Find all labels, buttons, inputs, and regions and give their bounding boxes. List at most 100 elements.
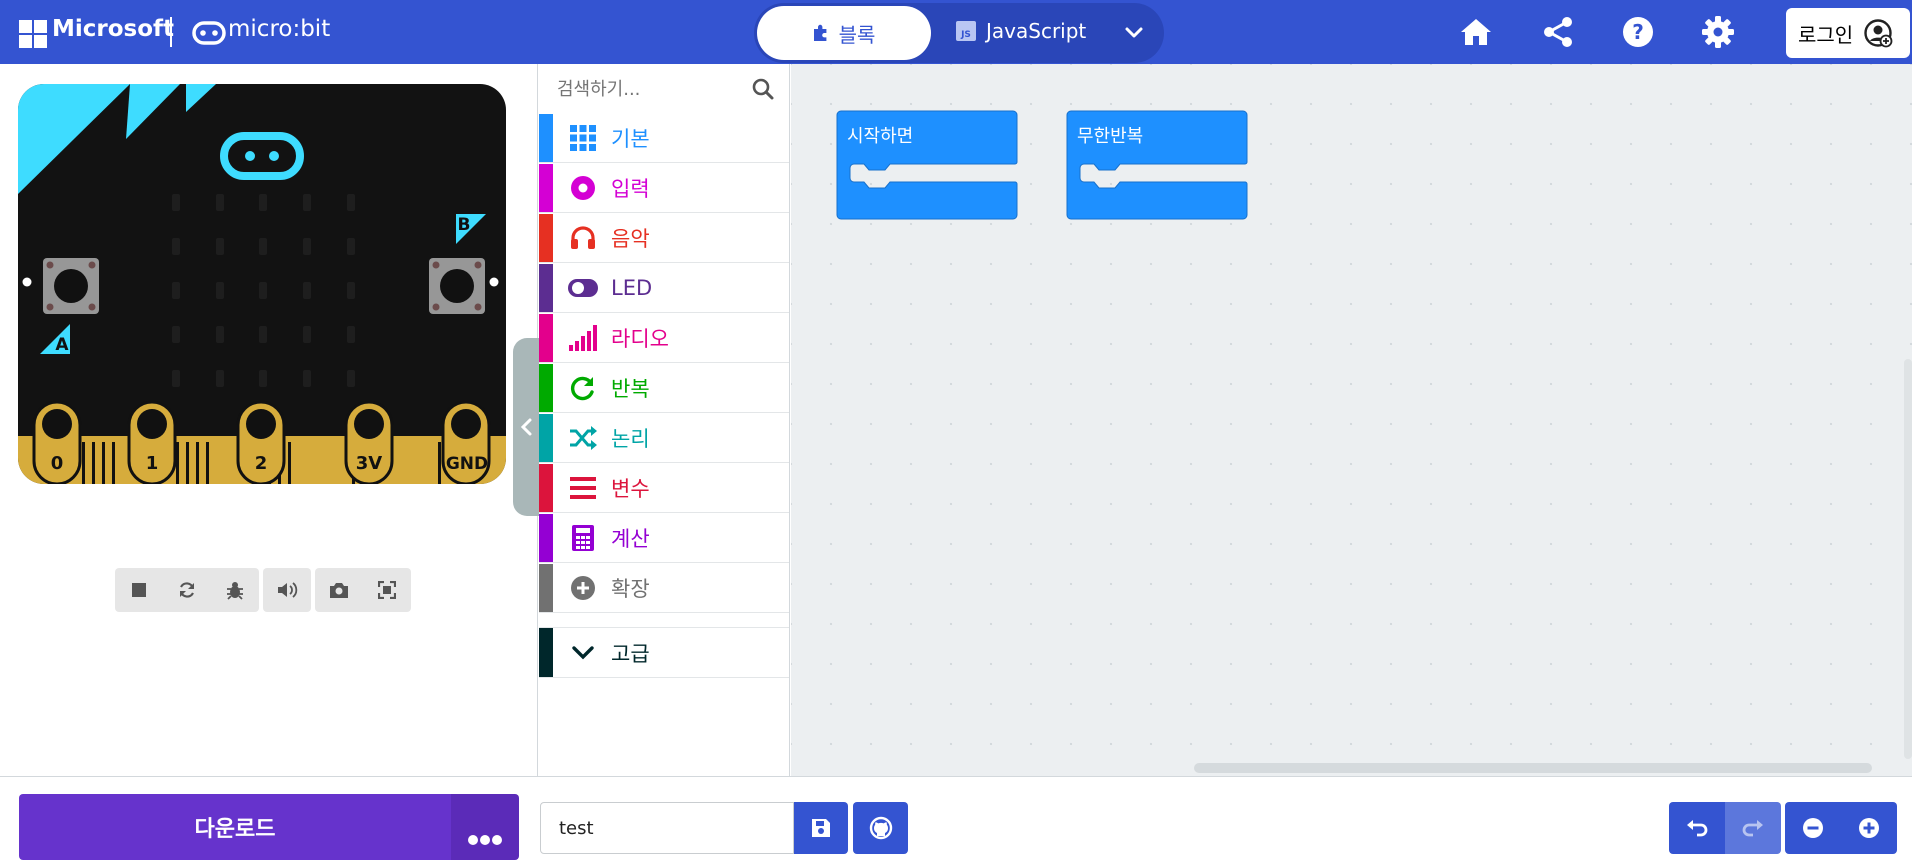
refresh-icon — [179, 582, 195, 598]
home-icon[interactable] — [1458, 14, 1494, 50]
share-icon[interactable] — [1540, 14, 1576, 50]
headphones-icon — [571, 226, 595, 249]
category-label: 계산 — [611, 527, 650, 551]
zoom-out-button[interactable] — [1785, 802, 1841, 854]
category-label: 논리 — [611, 427, 650, 451]
pin-2-label: 2 — [255, 453, 268, 474]
pin-3v-label: 3V — [356, 453, 383, 474]
download-button[interactable]: 다운로드 — [19, 794, 451, 860]
bug-icon — [227, 582, 243, 600]
category-variables[interactable]: 변수 — [539, 464, 789, 513]
download-more-button[interactable] — [451, 794, 519, 860]
save-icon — [812, 819, 830, 837]
svg-text:B: B — [458, 215, 471, 235]
tab-javascript[interactable]: JS JavaScript — [956, 19, 1086, 43]
help-icon[interactable]: ? — [1620, 14, 1656, 50]
shuffle-icon — [570, 426, 597, 450]
github-button[interactable] — [853, 802, 908, 854]
block-label: 무한반복 — [1077, 126, 1144, 147]
github-icon — [869, 816, 892, 840]
undo-button[interactable] — [1669, 802, 1725, 854]
tab-blocks-label: 블록 — [838, 22, 876, 47]
category-advanced[interactable]: 고급 — [539, 627, 789, 678]
download-label: 다운로드 — [194, 817, 276, 842]
grid-icon — [570, 125, 596, 151]
search-icon[interactable] — [751, 77, 775, 101]
user-icon — [1864, 19, 1893, 48]
category-math[interactable]: 계산 — [539, 514, 789, 563]
header-divider — [170, 17, 172, 47]
collapse-simulator-button[interactable] — [513, 338, 541, 516]
category-loops[interactable]: 반복 — [539, 364, 789, 413]
more-icon — [468, 835, 502, 845]
pin-1-label: 1 — [146, 453, 159, 474]
category-label: 확장 — [611, 577, 650, 601]
minus-circle-icon — [1803, 818, 1823, 838]
stop-button[interactable] — [115, 568, 163, 612]
category-music[interactable]: 음악 — [539, 214, 789, 263]
undo-redo-group — [1669, 802, 1781, 854]
microsoft-brand: Microsoft — [52, 16, 175, 42]
toolbox-search — [539, 64, 789, 114]
calculator-icon — [572, 525, 594, 551]
category-radio[interactable]: 라디오 — [539, 314, 789, 363]
search-input[interactable] — [557, 74, 747, 104]
vertical-scrollbar[interactable] — [1904, 359, 1912, 759]
category-label: 음악 — [611, 227, 650, 251]
login-label: 로그인 — [1798, 22, 1854, 47]
pin-gnd-label: GND — [446, 454, 488, 474]
on-start-block[interactable]: 시작하면 — [836, 110, 1018, 228]
horizontal-scrollbar[interactable] — [1194, 763, 1872, 773]
category-label: LED — [611, 276, 653, 300]
signal-icon — [569, 325, 597, 351]
toggle-icon — [568, 279, 598, 297]
mute-button[interactable] — [263, 568, 311, 612]
debug-button[interactable] — [211, 568, 259, 612]
redo-icon — [1742, 820, 1763, 837]
toolbox: 기본 입력 음악 LED 라디오 — [539, 64, 790, 776]
microbit-board[interactable]: A B 0 1 2 3V GND — [18, 84, 506, 484]
camera-icon — [330, 583, 348, 598]
editor-toggle: 블록 JS JavaScript — [754, 3, 1164, 63]
category-basic[interactable]: 기본 — [539, 114, 789, 163]
blocks-workspace[interactable]: 시작하면 무한반복 — [791, 64, 1912, 776]
category-logic[interactable]: 논리 — [539, 414, 789, 463]
category-label: 입력 — [611, 177, 650, 201]
zoom-group — [1785, 802, 1897, 854]
settings-icon[interactable] — [1700, 14, 1736, 50]
javascript-icon: JS — [956, 21, 976, 41]
chevron-down-icon[interactable] — [1114, 17, 1154, 49]
category-extensions[interactable]: 확장 — [539, 564, 789, 613]
svg-text:?: ? — [1632, 20, 1644, 44]
category-label: 라디오 — [611, 327, 669, 351]
category-label: 반복 — [611, 377, 650, 401]
stop-icon — [132, 583, 146, 597]
input-icon — [571, 176, 595, 200]
forever-block[interactable]: 무한반복 — [1066, 110, 1248, 228]
microbit-logo-icon — [192, 21, 226, 45]
fullscreen-icon — [378, 581, 396, 599]
category-input[interactable]: 입력 — [539, 164, 789, 213]
screenshot-button[interactable] — [315, 568, 363, 612]
puzzle-icon — [813, 24, 826, 41]
restart-button[interactable] — [163, 568, 211, 612]
simulator-panel: A B 0 1 2 3V GND — [0, 64, 538, 776]
simulator-toolbar — [115, 568, 411, 612]
bottom-bar: 다운로드 — [0, 776, 1912, 864]
svg-text:A: A — [55, 335, 69, 355]
block-label: 시작하면 — [847, 126, 914, 147]
project-name-input[interactable] — [540, 802, 794, 854]
save-button[interactable] — [794, 802, 848, 854]
fullscreen-button[interactable] — [363, 568, 411, 612]
category-led[interactable]: LED — [539, 264, 789, 313]
redo-button[interactable] — [1725, 802, 1781, 854]
undo-icon — [1687, 820, 1708, 837]
login-button[interactable]: 로그인 — [1786, 8, 1910, 58]
pin-0-label: 0 — [51, 453, 64, 474]
top-bar: Microsoft micro:bit 블록 JS JavaScript ? 로… — [0, 0, 1912, 64]
tab-blocks[interactable]: 블록 — [757, 6, 931, 60]
category-label: 변수 — [611, 477, 650, 501]
category-label: 고급 — [611, 641, 650, 666]
category-label: 기본 — [611, 127, 650, 151]
zoom-in-button[interactable] — [1841, 802, 1897, 854]
